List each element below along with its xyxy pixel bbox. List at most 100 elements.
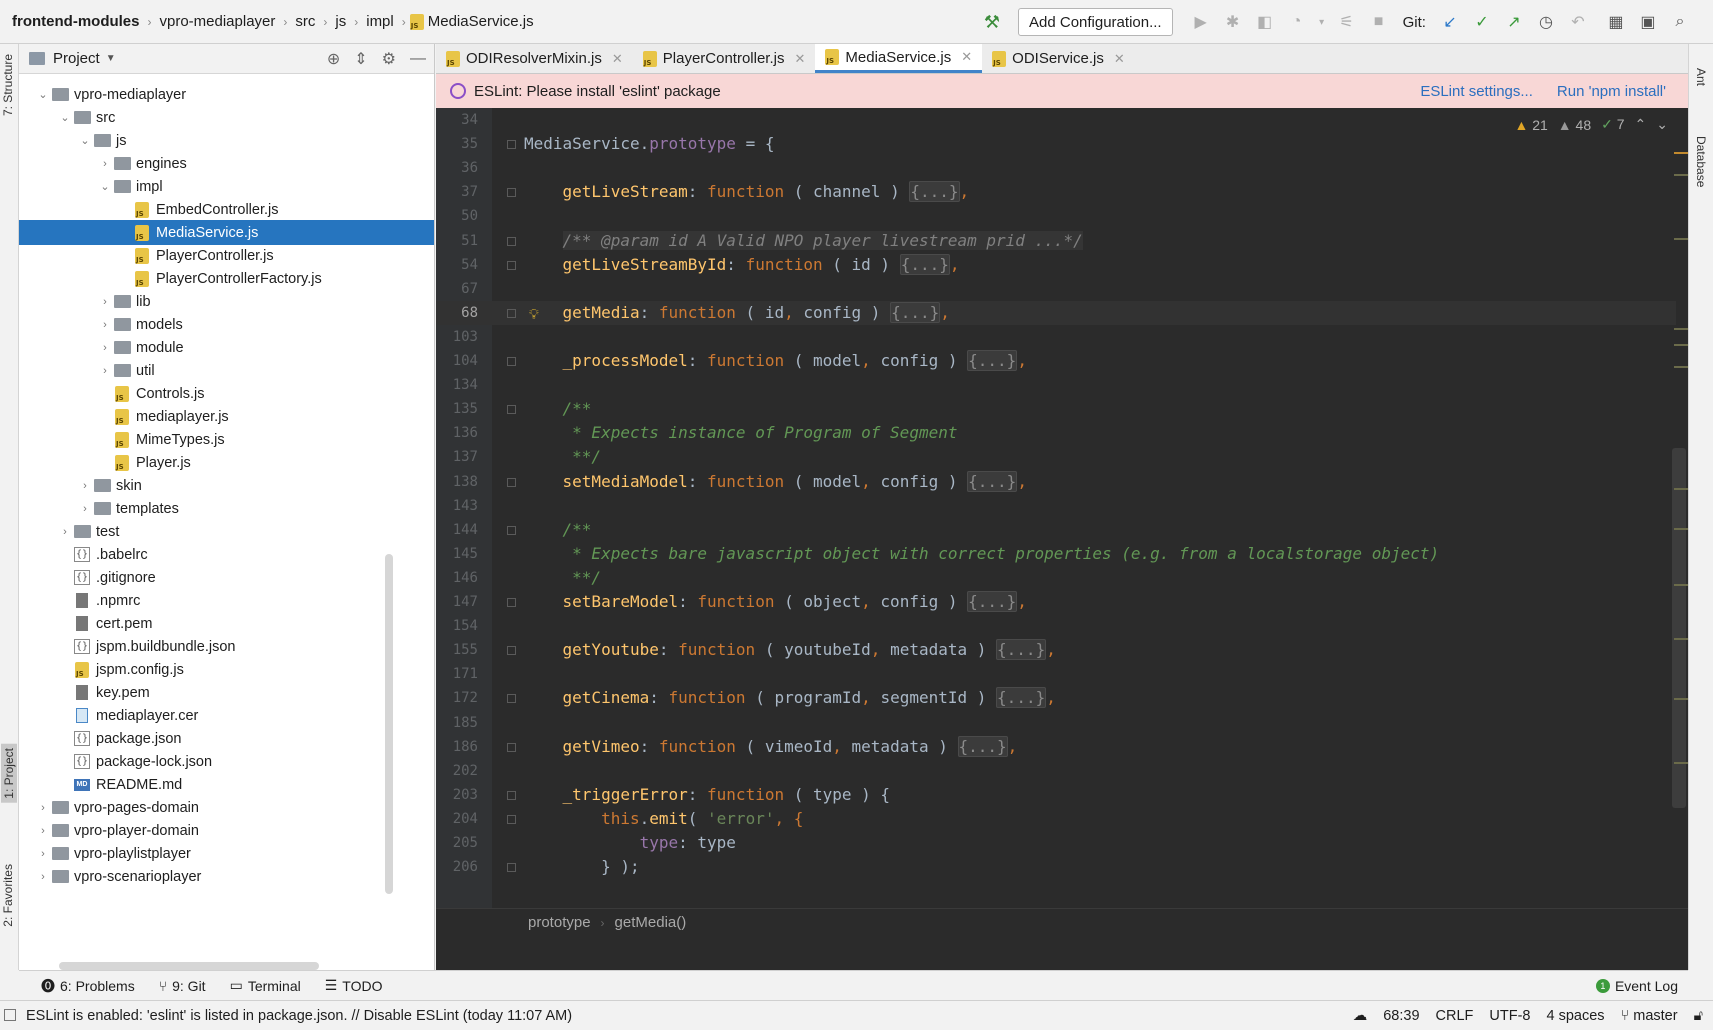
fold-marker-icon[interactable] xyxy=(507,260,516,270)
folded-region[interactable]: {...} xyxy=(967,350,1018,371)
breadcrumb-root[interactable]: frontend-modules xyxy=(8,13,144,30)
lock-icon[interactable]: 🔓︎ xyxy=(1694,1008,1703,1024)
folded-region[interactable]: {...} xyxy=(909,181,960,203)
git-push-icon[interactable]: ↗ xyxy=(1500,8,1528,36)
error-stripe-mark[interactable] xyxy=(1674,762,1688,764)
tree-item[interactable]: › test xyxy=(19,519,434,544)
code-line[interactable]: 37 getLiveStream: function ( channel ) {… xyxy=(436,180,1676,204)
code-line[interactable]: 134 xyxy=(436,373,1676,397)
code-line[interactable]: 34 xyxy=(436,108,1676,132)
fold-marker-icon[interactable] xyxy=(507,308,516,318)
folded-region[interactable]: {...} xyxy=(967,470,1018,492)
fold-marker-icon[interactable] xyxy=(507,525,516,535)
chevron-up-icon[interactable]: ⌃ xyxy=(1635,116,1647,133)
code-line[interactable]: 205 type: type xyxy=(436,831,1676,855)
stop-icon[interactable]: ■ xyxy=(1365,8,1393,36)
error-stripe-mark[interactable] xyxy=(1674,584,1688,586)
code-line[interactable]: 206 } ); xyxy=(436,855,1676,879)
error-stripe-mark[interactable] xyxy=(1674,174,1688,176)
todo-tool-button[interactable]: ☰ TODO xyxy=(313,977,395,994)
fold-marker-icon[interactable] xyxy=(507,790,516,800)
chevron-down-icon[interactable]: ▾ xyxy=(1315,8,1329,36)
chevron-right-icon[interactable]: › xyxy=(77,480,93,492)
fold-marker-icon[interactable] xyxy=(507,742,516,752)
code-line[interactable]: 103 xyxy=(436,325,1676,349)
project-view-selector[interactable]: Project xyxy=(53,50,100,67)
tree-item[interactable]: MD README.md xyxy=(19,772,434,797)
tree-item[interactable]: › vpro-player-domain xyxy=(19,818,434,843)
build-hammer-icon[interactable]: ⚒ xyxy=(980,10,1004,34)
code-line[interactable]: 50 xyxy=(436,204,1676,228)
code-line[interactable]: 51 /** @param id A Valid NPO player live… xyxy=(436,229,1676,253)
tree-item[interactable]: {} .babelrc xyxy=(19,542,434,567)
code-line[interactable]: 203 _triggerError: function ( type ) { xyxy=(436,783,1676,807)
project-structure-icon[interactable]: ▦ xyxy=(1602,8,1630,36)
inspection-widget[interactable]: ▲ 21 ▲ 48 ✓ 7 ⌃ ⌄ xyxy=(1514,116,1668,133)
fold-marker-icon[interactable] xyxy=(507,694,516,704)
ant-tool-button[interactable]: Ant xyxy=(1694,68,1708,86)
close-icon[interactable]: ✕ xyxy=(1114,51,1125,67)
gear-icon[interactable]: ⚙ xyxy=(382,49,396,69)
error-stripe-mark[interactable] xyxy=(1674,698,1688,700)
breadcrumb-js[interactable]: js xyxy=(331,13,350,30)
code-line[interactable]: 146 **/ xyxy=(436,566,1676,590)
breadcrumb-src[interactable]: src xyxy=(291,13,319,30)
code-line[interactable]: 154 xyxy=(436,614,1676,638)
code-line[interactable]: 171 xyxy=(436,662,1676,686)
attach-icon[interactable]: ⚟ xyxy=(1333,8,1361,36)
error-stripe-mark[interactable] xyxy=(1674,638,1688,640)
chevron-down-icon[interactable]: ⌄ xyxy=(1656,116,1668,133)
presentation-icon[interactable]: ▣ xyxy=(1634,8,1662,36)
code-line[interactable]: 135 /** xyxy=(436,397,1676,421)
memory-indicator-icon[interactable]: ☁ xyxy=(1353,1008,1368,1024)
chevron-down-icon[interactable]: ⌄ xyxy=(97,180,113,193)
tree-item[interactable]: › module xyxy=(19,335,434,360)
locate-icon[interactable]: ⊕ xyxy=(327,49,340,69)
breadcrumb-impl[interactable]: impl xyxy=(362,13,398,30)
code-line[interactable]: 143 xyxy=(436,494,1676,518)
tree-item[interactable]: › vpro-playlistplayer xyxy=(19,841,434,866)
code-line[interactable]: 202 xyxy=(436,759,1676,783)
code-line[interactable]: 204 this.emit( 'error', { xyxy=(436,807,1676,831)
tool-windows-toggle-icon[interactable] xyxy=(4,1009,16,1021)
chevron-right-icon[interactable]: › xyxy=(35,825,51,837)
fold-marker-icon[interactable] xyxy=(507,814,516,824)
code-line[interactable]: 104 _processModel: function ( model, con… xyxy=(436,349,1676,373)
folded-region[interactable]: {...} xyxy=(957,735,1008,757)
eslint-settings-link[interactable]: ESLint settings... xyxy=(1420,83,1533,100)
code-line[interactable]: 68 💡︎ getMedia: function ( id, config ) {… xyxy=(436,300,1676,325)
error-stripe-mark[interactable] xyxy=(1674,344,1688,346)
tree-item[interactable]: mediaplayer.cer xyxy=(19,703,434,728)
breadcrumb-module[interactable]: vpro-mediaplayer xyxy=(156,13,280,30)
tree-item[interactable]: ⌄ src xyxy=(19,105,434,130)
fold-marker-icon[interactable] xyxy=(507,598,516,607)
tree-item[interactable]: › engines xyxy=(19,151,434,176)
coverage-icon[interactable]: ◧ xyxy=(1251,8,1279,36)
code-line[interactable]: 155 getYoutube: function ( youtubeId, me… xyxy=(436,638,1676,662)
chevron-down-icon[interactable]: ⌄ xyxy=(77,134,93,147)
chevron-right-icon[interactable]: › xyxy=(97,342,113,354)
run-icon[interactable]: ▶ xyxy=(1187,8,1215,36)
error-stripe-mark[interactable] xyxy=(1674,238,1688,240)
terminal-tool-button[interactable]: ▭ Terminal xyxy=(218,977,313,994)
editor-scrollbar[interactable] xyxy=(1672,448,1686,808)
tree-item[interactable]: › skin xyxy=(19,473,434,498)
code-line[interactable]: 147 setBareModel: function ( object, con… xyxy=(436,590,1676,614)
line-separator[interactable]: CRLF xyxy=(1436,1008,1474,1024)
database-tool-button[interactable]: Database xyxy=(1694,136,1708,187)
tree-item[interactable]: cert.pem xyxy=(19,611,434,636)
fold-marker-icon[interactable] xyxy=(507,405,516,415)
indent-setting[interactable]: 4 spaces xyxy=(1546,1008,1604,1024)
tree-item[interactable]: key.pem xyxy=(19,680,434,705)
tab-mediaservice[interactable]: MediaService.js ✕ xyxy=(815,44,983,73)
event-log-button[interactable]: 1 Event Log xyxy=(1595,978,1678,994)
profile-icon[interactable]: ◔ xyxy=(1283,8,1311,36)
chevron-right-icon[interactable]: › xyxy=(97,365,113,377)
tree-item[interactable]: EmbedController.js xyxy=(19,197,434,222)
fold-marker-icon[interactable] xyxy=(507,357,516,366)
chevron-right-icon[interactable]: › xyxy=(35,848,51,860)
chevron-right-icon[interactable]: › xyxy=(97,296,113,308)
tree-item[interactable]: ⌄ impl xyxy=(19,174,434,199)
tree-item[interactable]: {} package.json xyxy=(19,726,434,751)
project-tool-button[interactable]: 1: Project xyxy=(1,744,17,803)
